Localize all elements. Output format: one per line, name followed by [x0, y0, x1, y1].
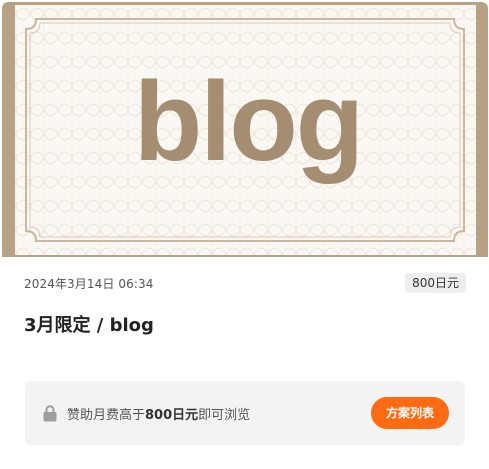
- paywall-box: 赞助月费高于800日元即可浏览 方案列表: [25, 381, 465, 445]
- lock-icon: [43, 405, 57, 422]
- post-title[interactable]: 3月限定 / blog: [24, 311, 154, 337]
- paywall-text-after: 即可浏览: [198, 408, 251, 423]
- cover-image[interactable]: blog: [2, 2, 488, 257]
- price-badge: 800日元: [405, 273, 466, 293]
- paywall-message: 赞助月费高于800日元即可浏览: [67, 404, 250, 423]
- paywall-text-before: 赞助月费高于: [67, 408, 146, 423]
- paywall-amount: 800日元: [145, 408, 199, 423]
- plans-list-button[interactable]: 方案列表: [370, 397, 449, 429]
- post-date: 2024年3月14日 06:34: [24, 277, 154, 291]
- cover-logo-text: blog: [134, 59, 362, 184]
- post-card[interactable]: blog 2024年3月14日 06:34 800日元 3月限定 / blog …: [2, 2, 488, 468]
